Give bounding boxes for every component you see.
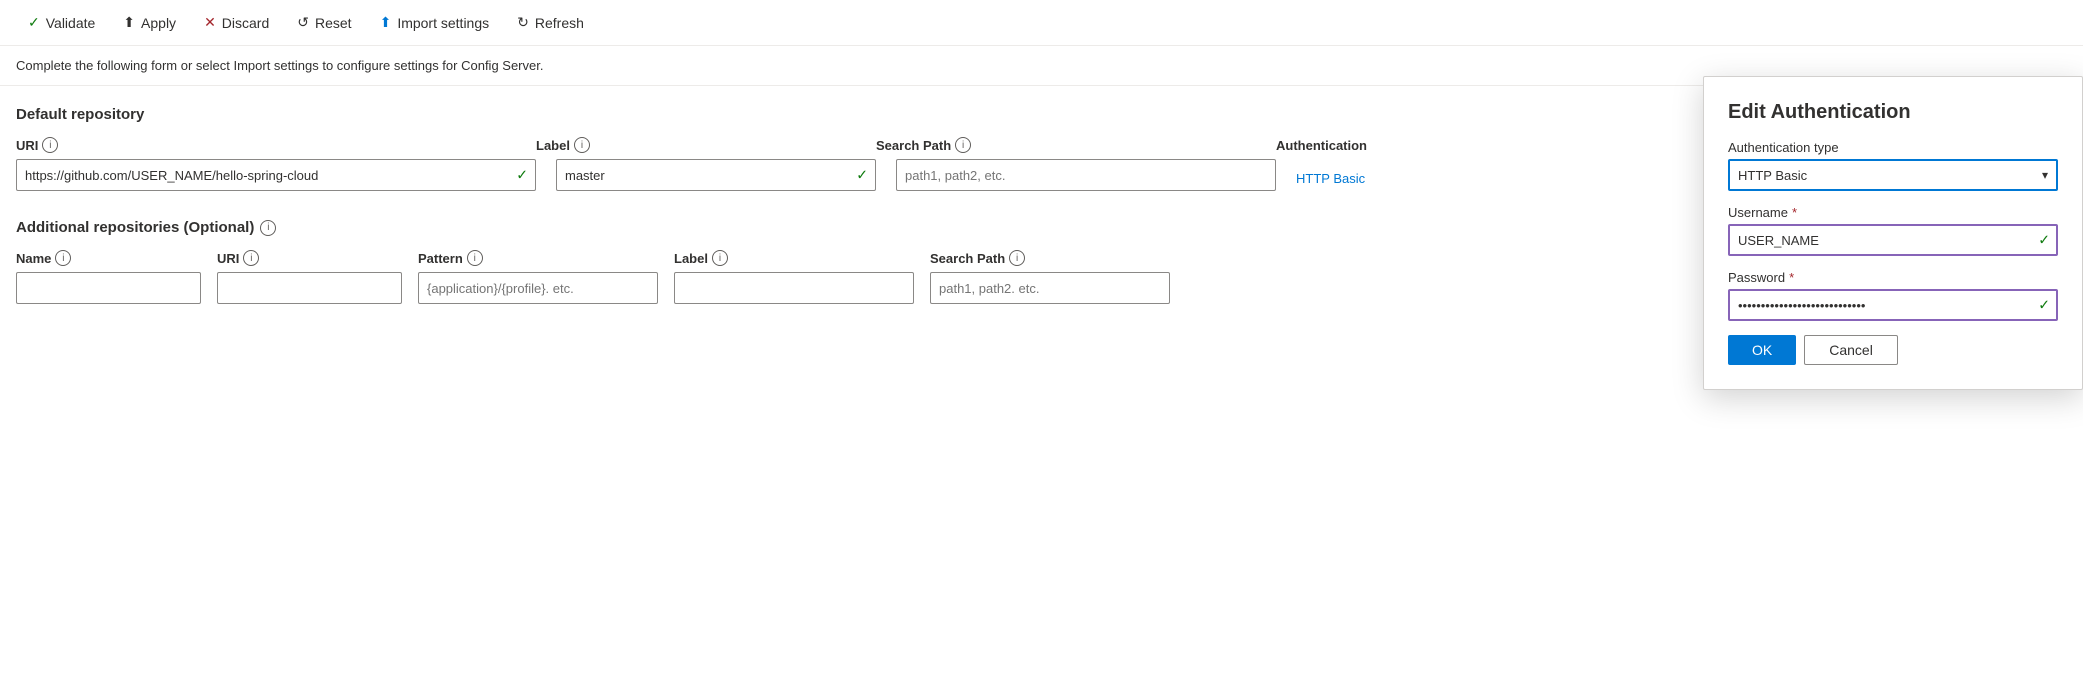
uri-check-icon: ✓ <box>516 167 528 184</box>
modal-title: Edit Authentication <box>1728 101 2058 124</box>
toolbar: ✓ Validate ⬆ Apply ✕ Discard ↺ Reset ⬆ I… <box>0 0 2083 46</box>
add-search-info-icon: i <box>1009 250 1025 266</box>
auth-type-select-wrap: HTTP Basic SSH None ▾ <box>1728 159 2058 191</box>
additional-repos-title: Additional repositories (Optional) <box>16 219 254 236</box>
main-content: Default repository URI i Label i Search … <box>0 86 2083 324</box>
reset-button[interactable]: ↺ Reset <box>285 8 363 37</box>
modal-buttons: OK Cancel <box>1728 335 2058 365</box>
search-path-info-icon: i <box>955 137 971 153</box>
cancel-button[interactable]: Cancel <box>1804 335 1898 365</box>
add-uri-label-group: URI i <box>217 250 418 266</box>
import-icon: ⬆ <box>380 14 392 31</box>
add-uri-input[interactable] <box>217 272 402 304</box>
search-path-field-wrap <box>896 159 1276 191</box>
add-label-field-wrap <box>674 272 914 304</box>
edit-auth-modal: Edit Authentication Authentication type … <box>1703 76 2083 390</box>
authentication-label: Authentication <box>1276 138 1367 153</box>
apply-label: Apply <box>141 15 176 31</box>
add-uri-field-wrap <box>217 272 402 304</box>
password-field-wrap: ✓ <box>1728 289 2058 321</box>
uri-label-group: URI i <box>16 137 536 153</box>
add-name-label: Name <box>16 251 51 266</box>
add-pattern-field-wrap <box>418 272 658 304</box>
password-required-star: * <box>1789 270 1794 285</box>
add-name-field-wrap <box>16 272 201 304</box>
label-label: Label <box>536 138 570 153</box>
uri-label: URI <box>16 138 38 153</box>
label-field-wrap: master ✓ <box>556 159 876 191</box>
add-search-input[interactable] <box>930 272 1170 304</box>
add-uri-label: URI <box>217 251 239 266</box>
refresh-icon: ↻ <box>517 14 529 31</box>
uri-input[interactable]: https://github.com/USER_NAME/hello-sprin… <box>16 159 536 191</box>
add-name-label-group: Name i <box>16 250 217 266</box>
password-label: Password * <box>1728 270 2058 285</box>
username-required-star: * <box>1792 205 1797 220</box>
apply-icon: ⬆ <box>123 14 135 31</box>
discard-label: Discard <box>222 15 269 31</box>
label-info-icon: i <box>574 137 590 153</box>
import-button[interactable]: ⬆ Import settings <box>368 8 502 37</box>
ok-button[interactable]: OK <box>1728 335 1796 365</box>
add-label-input[interactable] <box>674 272 914 304</box>
discard-button[interactable]: ✕ Discard <box>192 8 281 37</box>
add-name-input[interactable] <box>16 272 201 304</box>
add-label-label-group: Label i <box>674 250 930 266</box>
additional-repos-info-icon: i <box>260 220 276 236</box>
uri-field-wrap: https://github.com/USER_NAME/hello-sprin… <box>16 159 536 191</box>
username-check-icon: ✓ <box>2038 232 2050 249</box>
password-input[interactable] <box>1728 289 2058 321</box>
uri-info-icon: i <box>42 137 58 153</box>
username-field-wrap: USER_NAME ✓ <box>1728 224 2058 256</box>
label-label-group: Label i <box>536 137 876 153</box>
add-pattern-label: Pattern <box>418 251 463 266</box>
add-label-info-icon: i <box>712 250 728 266</box>
import-label: Import settings <box>397 15 489 31</box>
validate-icon: ✓ <box>28 14 40 31</box>
search-path-input[interactable] <box>896 159 1276 191</box>
search-path-label: Search Path <box>876 138 951 153</box>
add-search-label: Search Path <box>930 251 1005 266</box>
reset-icon: ↺ <box>297 14 309 31</box>
username-input[interactable]: USER_NAME <box>1728 224 2058 256</box>
search-path-label-group: Search Path i <box>876 137 1276 153</box>
username-label: Username * <box>1728 205 2058 220</box>
add-label-label: Label <box>674 251 708 266</box>
add-pattern-info-icon: i <box>467 250 483 266</box>
auth-type-select[interactable]: HTTP Basic SSH None <box>1728 159 2058 191</box>
add-name-info-icon: i <box>55 250 71 266</box>
label-check-icon: ✓ <box>856 167 868 184</box>
auth-type-label: Authentication type <box>1728 140 2058 155</box>
validate-button[interactable]: ✓ Validate <box>16 8 107 37</box>
discard-icon: ✕ <box>204 14 216 31</box>
apply-button[interactable]: ⬆ Apply <box>111 8 188 37</box>
refresh-button[interactable]: ↻ Refresh <box>505 8 596 37</box>
add-uri-info-icon: i <box>243 250 259 266</box>
add-pattern-label-group: Pattern i <box>418 250 674 266</box>
password-check-icon: ✓ <box>2038 297 2050 314</box>
auth-link[interactable]: HTTP Basic <box>1296 171 1365 186</box>
add-pattern-input[interactable] <box>418 272 658 304</box>
add-search-label-group: Search Path i <box>930 250 1186 266</box>
validate-label: Validate <box>46 15 96 31</box>
label-input[interactable]: master <box>556 159 876 191</box>
refresh-label: Refresh <box>535 15 584 31</box>
reset-label: Reset <box>315 15 352 31</box>
add-search-field-wrap <box>930 272 1170 304</box>
